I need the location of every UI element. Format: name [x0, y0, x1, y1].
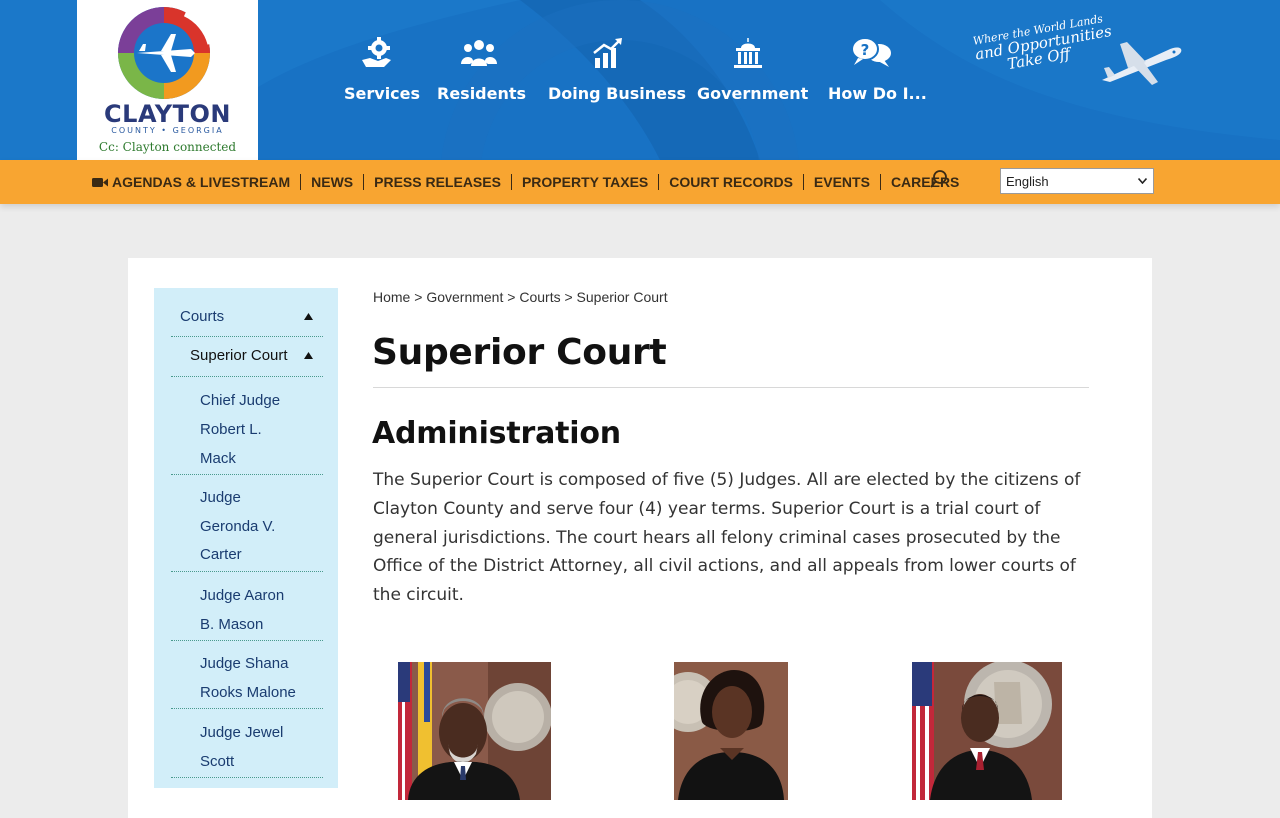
- nav-label: Doing Business: [548, 84, 687, 103]
- svg-text:?: ?: [861, 41, 870, 59]
- sidebar-item-label: Robert L.: [200, 421, 262, 438]
- sidebar-item-label: Judge: [200, 489, 241, 506]
- globe-logo-icon: [118, 7, 213, 99]
- capitol-building-icon: [734, 38, 762, 68]
- judge-photo[interactable]: [398, 662, 551, 800]
- util-link-label: AGENDAS & LIVESTREAM: [112, 174, 291, 190]
- util-link-property-taxes[interactable]: PROPERTY TAXES: [512, 174, 660, 190]
- nav-label: How Do I...: [828, 84, 927, 103]
- util-link-agendas[interactable]: AGENDAS & LIVESTREAM: [92, 174, 302, 190]
- sidebar-item-judge-malone[interactable]: Judge Shana Rooks Malone: [200, 650, 296, 707]
- body-line: Clayton County and serve four (4) year t…: [373, 498, 1041, 519]
- sidebar-item-label: B. Mason: [200, 616, 264, 633]
- page-title: Superior Court: [372, 332, 667, 373]
- sidebar-divider: [171, 336, 323, 337]
- breadcrumb: Home > Government > Courts > Superior Co…: [373, 289, 668, 305]
- site-header: CLAYTON COUNTY • GEORGIA Cc: Clayton con…: [0, 0, 1280, 160]
- breadcrumb-courts[interactable]: Courts: [519, 289, 560, 305]
- util-link-news[interactable]: NEWS: [301, 174, 365, 190]
- language-select[interactable]: English: [1000, 168, 1154, 194]
- nav-label: Residents: [437, 84, 527, 103]
- util-link-events[interactable]: EVENTS: [804, 174, 881, 190]
- body-line: the circuit.: [373, 585, 464, 606]
- nav-doing-business[interactable]: Doing Business: [548, 36, 687, 116]
- nav-residents[interactable]: Residents: [437, 36, 527, 116]
- judge-portrait-image: [912, 662, 1062, 800]
- sidebar-item-superior-court[interactable]: Superior Court: [190, 347, 288, 364]
- hand-gear-icon: [362, 37, 391, 67]
- section-title: Administration: [372, 416, 621, 451]
- sidebar-item-label: Judge Jewel: [200, 724, 284, 741]
- util-link-press-releases[interactable]: PRESS RELEASES: [364, 174, 512, 190]
- sidebar-item-label: Carter: [200, 546, 242, 563]
- nav-how-do-i[interactable]: ? How Do I...: [828, 36, 927, 116]
- sidebar-item-label: Judge Aaron: [200, 587, 285, 604]
- sidebar-item-chief-judge-mack[interactable]: Chief Judge Robert L. Mack: [200, 386, 280, 473]
- sidebar-nav: Courts Superior Court Chief Judge Robert…: [154, 288, 338, 788]
- logo-wordmark: CLAYTON: [104, 100, 231, 128]
- people-group-icon: [461, 40, 497, 66]
- body-line: The Superior Court is composed of five (…: [373, 470, 1081, 490]
- sidebar-item-label: Mack: [200, 450, 236, 467]
- sidebar-divider: [171, 640, 323, 641]
- breadcrumb-current: Superior Court: [576, 289, 668, 305]
- sidebar-item-label: Chief Judge: [200, 392, 281, 409]
- caret-up-icon[interactable]: [304, 313, 313, 320]
- judge-photo[interactable]: [674, 662, 788, 800]
- chevron-down-icon: [1138, 178, 1147, 184]
- logo-subtitle: COUNTY • GEORGIA: [111, 126, 224, 135]
- breadcrumb-separator: >: [564, 289, 573, 305]
- nav-government[interactable]: Government: [697, 36, 809, 116]
- sidebar-divider: [171, 474, 323, 475]
- util-link-careers[interactable]: CAREERS: [881, 174, 969, 190]
- title-divider: [373, 387, 1089, 388]
- logo-tagline: Cc: Clayton connected: [98, 140, 237, 154]
- sidebar-item-label: Judge Shana: [200, 655, 289, 672]
- question-bubbles-icon: ?: [851, 37, 891, 67]
- sidebar-item-courts[interactable]: Courts: [180, 308, 224, 325]
- sidebar-item-label: Geronda V.: [200, 517, 276, 535]
- airplane-icon: [1102, 42, 1182, 85]
- breadcrumb-home[interactable]: Home: [373, 289, 410, 305]
- util-link-court-records[interactable]: COURT RECORDS: [659, 174, 804, 190]
- sidebar-item-judge-scott[interactable]: Judge Jewel Scott: [200, 718, 283, 776]
- sidebar-divider: [171, 708, 323, 709]
- sidebar-divider: [171, 777, 323, 778]
- nav-label: Services: [344, 84, 421, 103]
- language-selected: English: [1006, 173, 1049, 189]
- body-paragraph: The Superior Court is composed of five (…: [373, 466, 1085, 610]
- nav-label: Government: [697, 84, 809, 103]
- breadcrumb-government[interactable]: Government: [426, 289, 503, 305]
- utility-links: AGENDAS & LIVESTREAM NEWS PRESS RELEASES…: [92, 160, 969, 204]
- sidebar-item-label: Scott: [200, 753, 235, 770]
- judge-photo[interactable]: [912, 662, 1062, 800]
- caret-up-icon[interactable]: [304, 352, 313, 359]
- search-icon[interactable]: [929, 169, 949, 189]
- growth-chart-icon: [593, 38, 622, 68]
- judge-portrait-image: [674, 662, 788, 800]
- breadcrumb-separator: >: [507, 289, 516, 305]
- sidebar-divider: [171, 571, 323, 572]
- video-camera-icon: [92, 177, 108, 187]
- clayton-logo[interactable]: CLAYTON COUNTY • GEORGIA Cc: Clayton con…: [77, 0, 258, 160]
- judge-portrait-image: [398, 662, 551, 800]
- body-line: general jurisdictions. The court hears a…: [373, 527, 1061, 548]
- breadcrumb-separator: >: [414, 289, 423, 305]
- sidebar-divider: [171, 376, 323, 377]
- sidebar-item-judge-mason[interactable]: Judge Aaron B. Mason: [200, 581, 284, 639]
- sidebar-item-judge-carter[interactable]: Judge Geronda V. Carter: [200, 484, 275, 570]
- body-line: Office of the District Attorney, all civ…: [373, 556, 1076, 577]
- nav-services[interactable]: Services: [344, 36, 421, 116]
- sidebar-item-label: Rooks Malone: [200, 683, 296, 701]
